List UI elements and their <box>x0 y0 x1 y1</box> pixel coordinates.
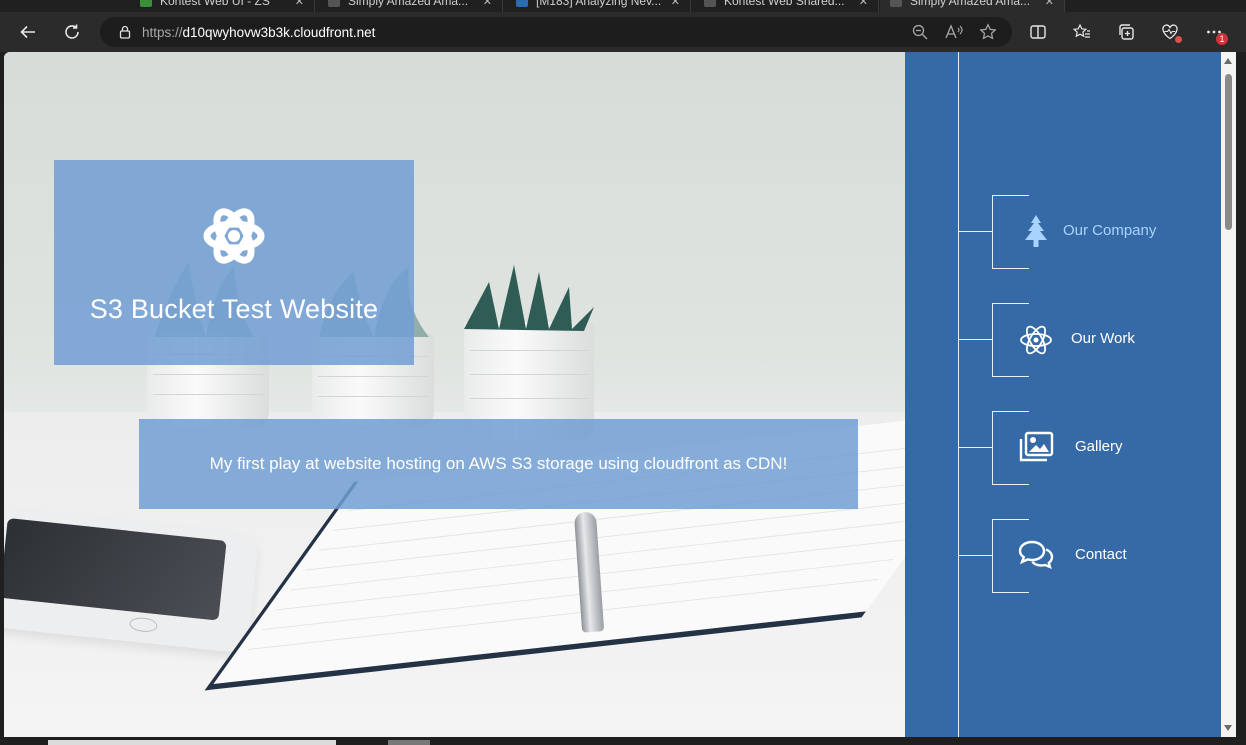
tab-5-active[interactable]: Simply Amazed Ama... ✕ <box>880 0 1065 12</box>
nav-label: Our Work <box>1071 330 1135 347</box>
favorites-star-icon <box>1073 23 1090 38</box>
nav-item-gallery[interactable]: Gallery <box>959 411 1221 485</box>
browser-toolbar: https://d10qwyhovw3b3k.cloudfront.net 1 <box>0 12 1246 52</box>
taskbar-segment <box>388 740 430 745</box>
bottom-edge-strip <box>0 737 1246 745</box>
url-text[interactable]: https://d10qwyhovw3b3k.cloudfront.net <box>142 25 375 40</box>
tab-favicon <box>704 0 716 7</box>
tree-icon <box>1025 215 1047 247</box>
tab-favicon <box>140 0 152 7</box>
favorite-button[interactable] <box>974 21 1002 43</box>
scroll-down-arrow-icon[interactable] <box>1224 725 1232 731</box>
site-title: S3 Bucket Test Website <box>89 294 379 324</box>
side-navigation: Our Company Our Work Gallery Contact <box>905 52 1221 737</box>
nav-label: Gallery <box>1075 438 1123 455</box>
vertical-scrollbar[interactable] <box>1221 52 1236 737</box>
tagline-banner: My first play at website hosting on AWS … <box>139 419 858 509</box>
collections-icon <box>1119 24 1134 40</box>
address-bar[interactable]: https://d10qwyhovw3b3k.cloudfront.net <box>100 17 1012 47</box>
reload-button[interactable] <box>56 16 88 48</box>
read-aloud-button[interactable] <box>940 21 968 43</box>
tab-favicon <box>516 0 528 7</box>
url-scheme: https:// <box>142 24 183 40</box>
nav-rail-line <box>958 52 959 737</box>
nav-item-our-work[interactable]: Our Work <box>959 303 1221 377</box>
settings-menu-button[interactable]: 1 <box>1198 16 1230 48</box>
url-host: d10qwyhovw3b3k.cloudfront.net <box>182 24 376 40</box>
split-screen-icon <box>1030 25 1046 39</box>
tab-title: Simply Amazed Ama... <box>910 0 1031 8</box>
tab-3[interactable]: [M183] Analyzing Nev... ✕ <box>506 0 691 12</box>
scroll-up-arrow-icon[interactable] <box>1224 58 1232 64</box>
browser-essentials-button[interactable] <box>1154 16 1186 48</box>
arrow-left-icon <box>20 25 35 39</box>
tagline-text: My first play at website hosting on AWS … <box>209 454 788 473</box>
gallery-icon <box>1019 431 1054 462</box>
nav-label: Our Company <box>1063 222 1157 239</box>
alert-dot-icon <box>1175 36 1182 43</box>
favorites-button[interactable] <box>1066 16 1098 48</box>
tab-favicon <box>328 0 340 7</box>
lock-icon <box>119 25 131 39</box>
reload-icon <box>65 24 79 39</box>
tab-title: Kontest Web Shared... <box>724 0 845 8</box>
succulent-leaves <box>464 265 594 331</box>
split-screen-button[interactable] <box>1022 16 1054 48</box>
tab-2[interactable]: Simply Amazed Ama... ✕ <box>318 0 503 12</box>
tab-title: [M183] Analyzing Nev... <box>536 0 662 8</box>
zoom-out-icon <box>912 24 928 40</box>
hero-background-photo: S3 Bucket Test Website My first play at … <box>4 52 905 737</box>
nav-item-our-company[interactable]: Our Company <box>959 195 1221 269</box>
tab-1[interactable]: Kontest Web UI - ZS ✕ <box>130 0 315 12</box>
nav-item-contact[interactable]: Contact <box>959 519 1221 593</box>
nav-label: Contact <box>1075 546 1127 563</box>
tab-title: Simply Amazed Ama... <box>348 0 469 8</box>
collections-button[interactable] <box>1110 16 1142 48</box>
close-icon[interactable]: ✕ <box>295 0 304 8</box>
tab-favicon <box>890 0 902 7</box>
tab-4[interactable]: Kontest Web Shared... ✕ <box>694 0 879 12</box>
site-title-card: S3 Bucket Test Website <box>54 160 414 365</box>
tab-strip: Kontest Web UI - ZS ✕ Simply Amazed Ama.… <box>0 0 1246 12</box>
star-icon <box>979 23 997 40</box>
close-icon[interactable]: ✕ <box>671 0 680 8</box>
page-viewport: S3 Bucket Test Website My first play at … <box>4 52 1221 737</box>
back-button[interactable] <box>12 16 44 48</box>
notification-badge: 1 <box>1216 33 1228 45</box>
scrollbar-thumb[interactable] <box>1225 74 1232 230</box>
close-icon[interactable]: ✕ <box>483 0 492 8</box>
taskbar-segment <box>48 740 336 745</box>
atom-icon <box>1020 325 1052 355</box>
close-icon[interactable]: ✕ <box>1045 0 1054 8</box>
close-icon[interactable]: ✕ <box>859 0 868 8</box>
tab-title: Kontest Web UI - ZS <box>160 0 270 8</box>
atom-logo-icon <box>203 208 265 264</box>
chat-icon <box>1018 540 1054 570</box>
zoom-button[interactable] <box>906 21 934 43</box>
read-aloud-icon <box>945 24 963 39</box>
